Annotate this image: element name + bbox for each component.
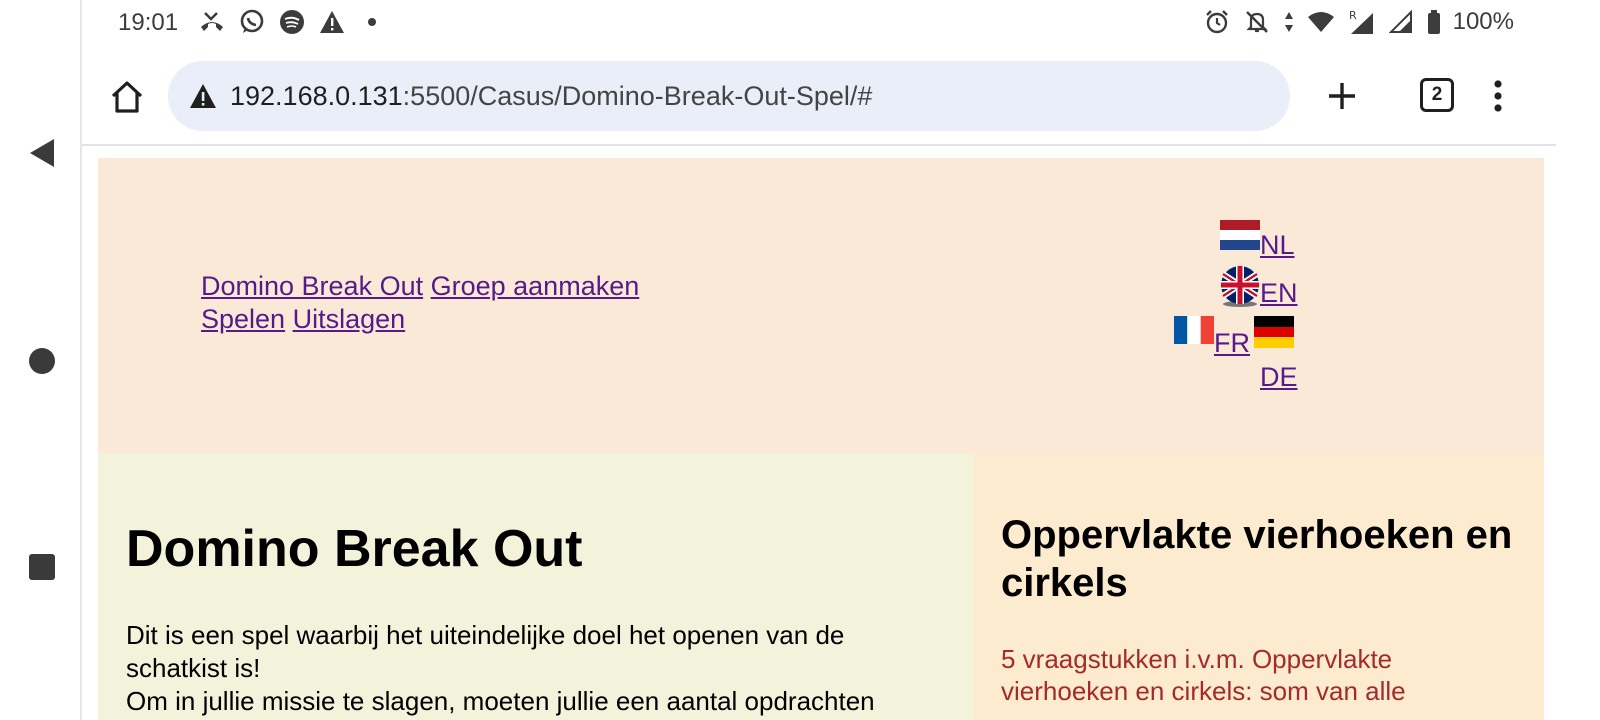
missed-call-icon (198, 8, 226, 36)
back-icon[interactable] (22, 133, 62, 173)
intro-line-1: Dit is een spel waarbij het uiteindelijk… (126, 620, 845, 683)
status-bar: 19:01 R 100% (82, 0, 1556, 48)
recents-icon[interactable] (22, 547, 62, 587)
lang-row-de: DE (1098, 362, 1338, 410)
lang-row-en: EN (1098, 266, 1338, 314)
topic-panel: Oppervlakte vierhoeken en cirkels 5 vraa… (973, 453, 1544, 720)
system-icons: R 100% (1203, 8, 1514, 36)
germany-flag-icon[interactable] (1254, 316, 1294, 355)
battery-icon (1427, 8, 1441, 36)
intro-line-2: Om in jullie missie te slagen, moeten ju… (126, 686, 875, 716)
dot-icon (358, 8, 386, 36)
status-time: 19:01 (118, 9, 179, 36)
battery-percent: 100% (1452, 8, 1514, 35)
topic-description: 5 vraagstukken i.v.m. Oppervlakte vierho… (1001, 644, 1406, 706)
new-tab-plus-icon[interactable] (1318, 72, 1366, 120)
lang-link-nl[interactable]: NL (1260, 230, 1295, 261)
site-menu: Domino Break Out Groep aanmaken Spelen U… (201, 270, 671, 336)
lang-link-en[interactable]: EN (1260, 278, 1298, 309)
data-arrows-icon (1283, 8, 1295, 36)
alert-icon (318, 8, 346, 36)
nav-link-uitslagen[interactable]: Uitslagen (293, 304, 406, 334)
mute-icon (1243, 8, 1271, 36)
wifi-icon (1307, 8, 1335, 36)
signal-icon (1387, 8, 1415, 36)
url-text: 192.168.0.131:5500/Casus/Domino-Break-Ou… (230, 81, 872, 112)
lang-link-fr[interactable]: FR (1214, 328, 1250, 359)
lang-link-de[interactable]: DE (1260, 362, 1298, 393)
web-page: Domino Break Out Groep aanmaken Spelen U… (82, 148, 1556, 720)
intro-text: Dit is een spel waarbij het uiteindelijk… (126, 619, 946, 718)
site-header: Domino Break Out Groep aanmaken Spelen U… (98, 158, 1544, 453)
spotify-icon (278, 8, 306, 36)
netherlands-flag-icon[interactable] (1220, 220, 1260, 257)
topic-title: Oppervlakte vierhoeken en cirkels (1001, 513, 1513, 605)
nav-link-groep-aanmaken[interactable]: Groep aanmaken (431, 271, 640, 301)
whatsapp-icon (238, 8, 266, 36)
address-bar[interactable]: 192.168.0.131:5500/Casus/Domino-Break-Ou… (168, 61, 1290, 131)
url-path: :5500/Casus/Domino-Break-Out-Spel/# (402, 80, 873, 111)
more-vert-icon[interactable] (1478, 72, 1518, 120)
france-flag-icon[interactable] (1174, 316, 1214, 351)
lang-row-fr: FR (1098, 314, 1338, 362)
svg-text:R: R (1349, 9, 1357, 22)
main-section: Domino Break Out Dit is een spel waarbij… (98, 453, 973, 720)
notification-icons (198, 8, 386, 36)
browser-toolbar: 192.168.0.131:5500/Casus/Domino-Break-Ou… (82, 48, 1556, 146)
browser-home-icon[interactable] (104, 74, 150, 120)
page-title: Domino Break Out (126, 520, 583, 578)
signal-r-icon: R (1347, 8, 1375, 36)
language-selector: NL EN FR DE (1098, 218, 1338, 410)
uk-flag-icon[interactable] (1220, 266, 1260, 315)
lang-row-nl: NL (1098, 218, 1338, 266)
alarm-icon (1203, 8, 1231, 36)
not-secure-warning-icon[interactable] (188, 81, 218, 111)
home-circle-icon[interactable] (22, 341, 62, 381)
nav-link-spelen[interactable]: Spelen (201, 304, 285, 334)
tab-switcher-button[interactable]: 2 (1420, 78, 1454, 112)
url-host: 192.168.0.131 (230, 80, 403, 111)
nav-link-domino-break-out[interactable]: Domino Break Out (201, 271, 423, 301)
android-nav-rail (0, 0, 82, 720)
